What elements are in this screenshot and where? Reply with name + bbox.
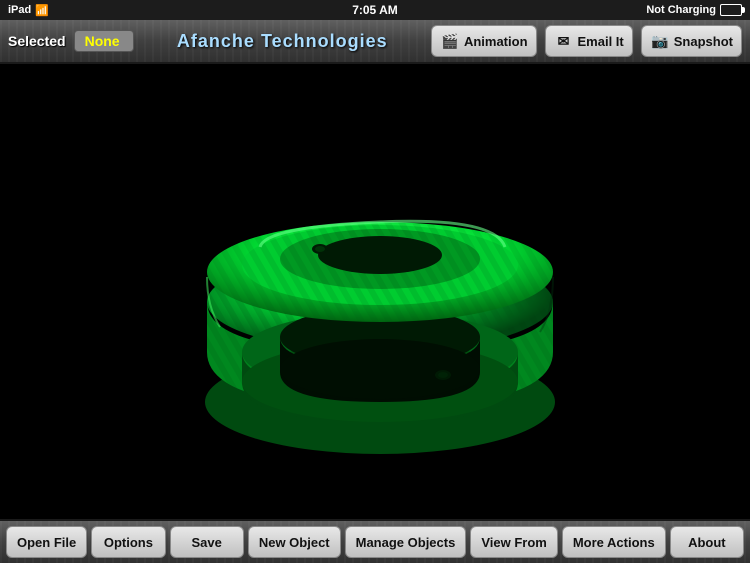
about-button[interactable]: About bbox=[670, 526, 744, 558]
selected-label: Selected bbox=[8, 33, 66, 49]
status-right: Not Charging bbox=[646, 4, 742, 16]
status-bar: iPad 📶 7:05 AM Not Charging bbox=[0, 0, 750, 20]
email-button[interactable]: ✉ Email It bbox=[545, 25, 633, 57]
time-label: 7:05 AM bbox=[352, 3, 398, 17]
charging-label: Not Charging bbox=[646, 4, 716, 16]
wifi-icon: 📶 bbox=[35, 4, 49, 17]
selected-value: None bbox=[74, 30, 134, 52]
animation-icon: 🎬 bbox=[440, 33, 460, 49]
device-label: iPad bbox=[8, 4, 31, 16]
app-title: Afanche Technologies bbox=[142, 31, 423, 52]
battery-icon bbox=[720, 4, 742, 16]
options-button[interactable]: Options bbox=[91, 526, 165, 558]
email-icon: ✉ bbox=[554, 33, 574, 49]
status-left: iPad 📶 bbox=[8, 4, 49, 17]
snapshot-icon: 📷 bbox=[650, 33, 670, 49]
more-actions-button[interactable]: More Actions bbox=[562, 526, 666, 558]
top-toolbar: Selected None Afanche Technologies 🎬 Ani… bbox=[0, 20, 750, 64]
email-label: Email It bbox=[578, 34, 624, 49]
snapshot-label: Snapshot bbox=[674, 34, 733, 49]
3d-object bbox=[165, 107, 585, 477]
bottom-toolbar: Open File Options Save New Object Manage… bbox=[0, 519, 750, 563]
ring-svg bbox=[165, 107, 585, 477]
new-object-button[interactable]: New Object bbox=[248, 526, 341, 558]
snapshot-button[interactable]: 📷 Snapshot bbox=[641, 25, 742, 57]
3d-viewport[interactable] bbox=[0, 64, 750, 519]
animation-button[interactable]: 🎬 Animation bbox=[431, 25, 537, 57]
view-from-button[interactable]: View From bbox=[470, 526, 558, 558]
open-file-button[interactable]: Open File bbox=[6, 526, 87, 558]
manage-objects-button[interactable]: Manage Objects bbox=[345, 526, 467, 558]
animation-label: Animation bbox=[464, 34, 528, 49]
save-button[interactable]: Save bbox=[170, 526, 244, 558]
